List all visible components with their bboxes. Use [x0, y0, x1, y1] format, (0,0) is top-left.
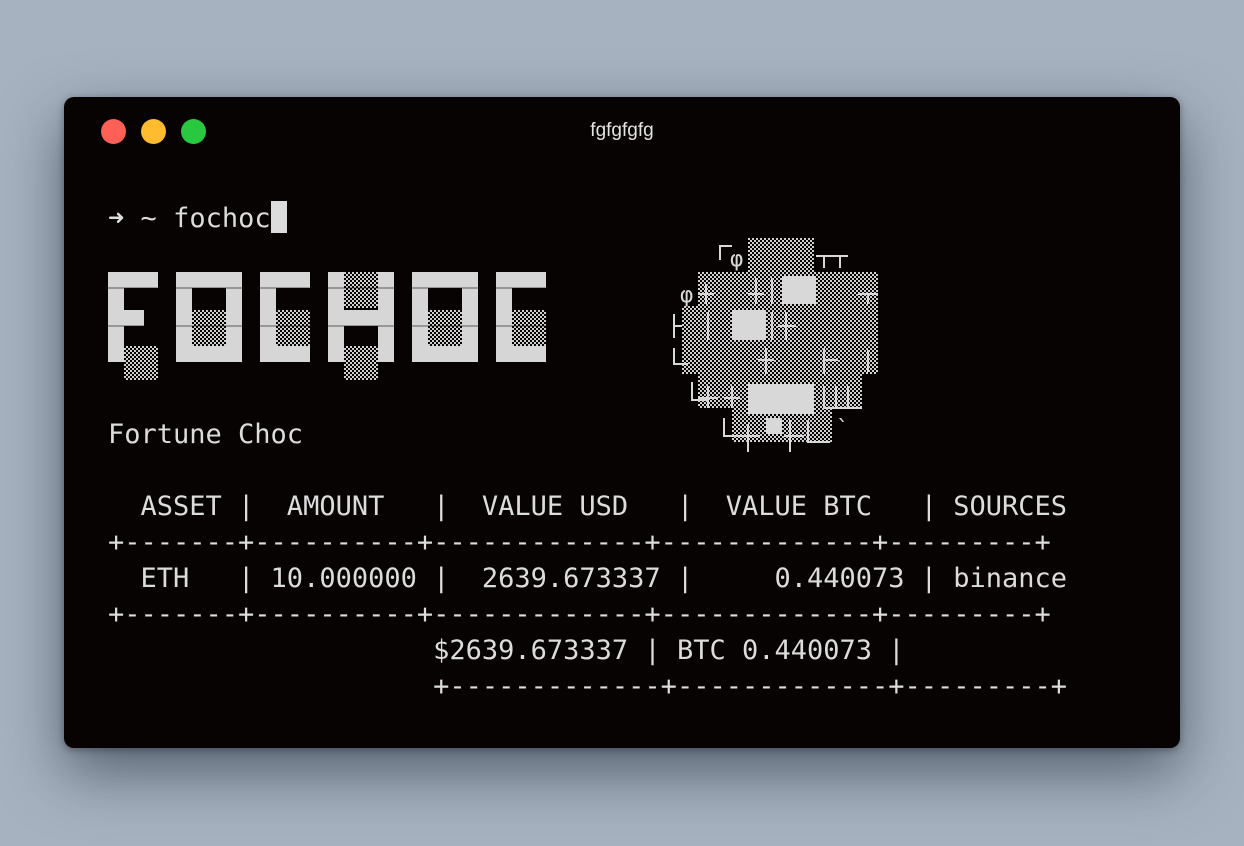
table-separator: +-------+----------+-------------+------…	[108, 527, 1051, 558]
svg-text:`: `	[836, 417, 849, 442]
app-subtitle: Fortune Choc	[108, 419, 304, 450]
prompt-cwd: ~	[140, 203, 157, 234]
window-title: fgfgfgfg	[590, 120, 654, 141]
terminal-window: fgfgfgfg ➜ ~ fochoc Fortune Choc ASSET |…	[64, 97, 1180, 748]
prompt-line: ➜ ~ fochoc	[108, 201, 287, 237]
title-bar: fgfgfgfg	[64, 97, 1180, 165]
text-cursor	[270, 201, 287, 233]
table-total-row: $2639.673337 | BTC 0.440073 |	[108, 635, 905, 666]
prompt-command: fochoc	[173, 203, 271, 234]
chocolate-emblem-icon: φ φ `	[673, 238, 878, 452]
table-total-separator: +-------------+-------------+---------+	[108, 671, 1068, 702]
table-header: ASSET | AMOUNT | VALUE USD | VALUE BTC |…	[108, 491, 1068, 522]
table-separator: +-------+----------+-------------+------…	[108, 599, 1051, 630]
prompt-arrow-icon: ➜	[108, 203, 125, 234]
svg-text:φ: φ	[680, 283, 693, 308]
svg-text:φ: φ	[730, 247, 743, 272]
fochoc-ascii-logo	[108, 272, 548, 380]
table-row: ETH | 10.000000 | 2639.673337 | 0.440073…	[108, 563, 1068, 594]
